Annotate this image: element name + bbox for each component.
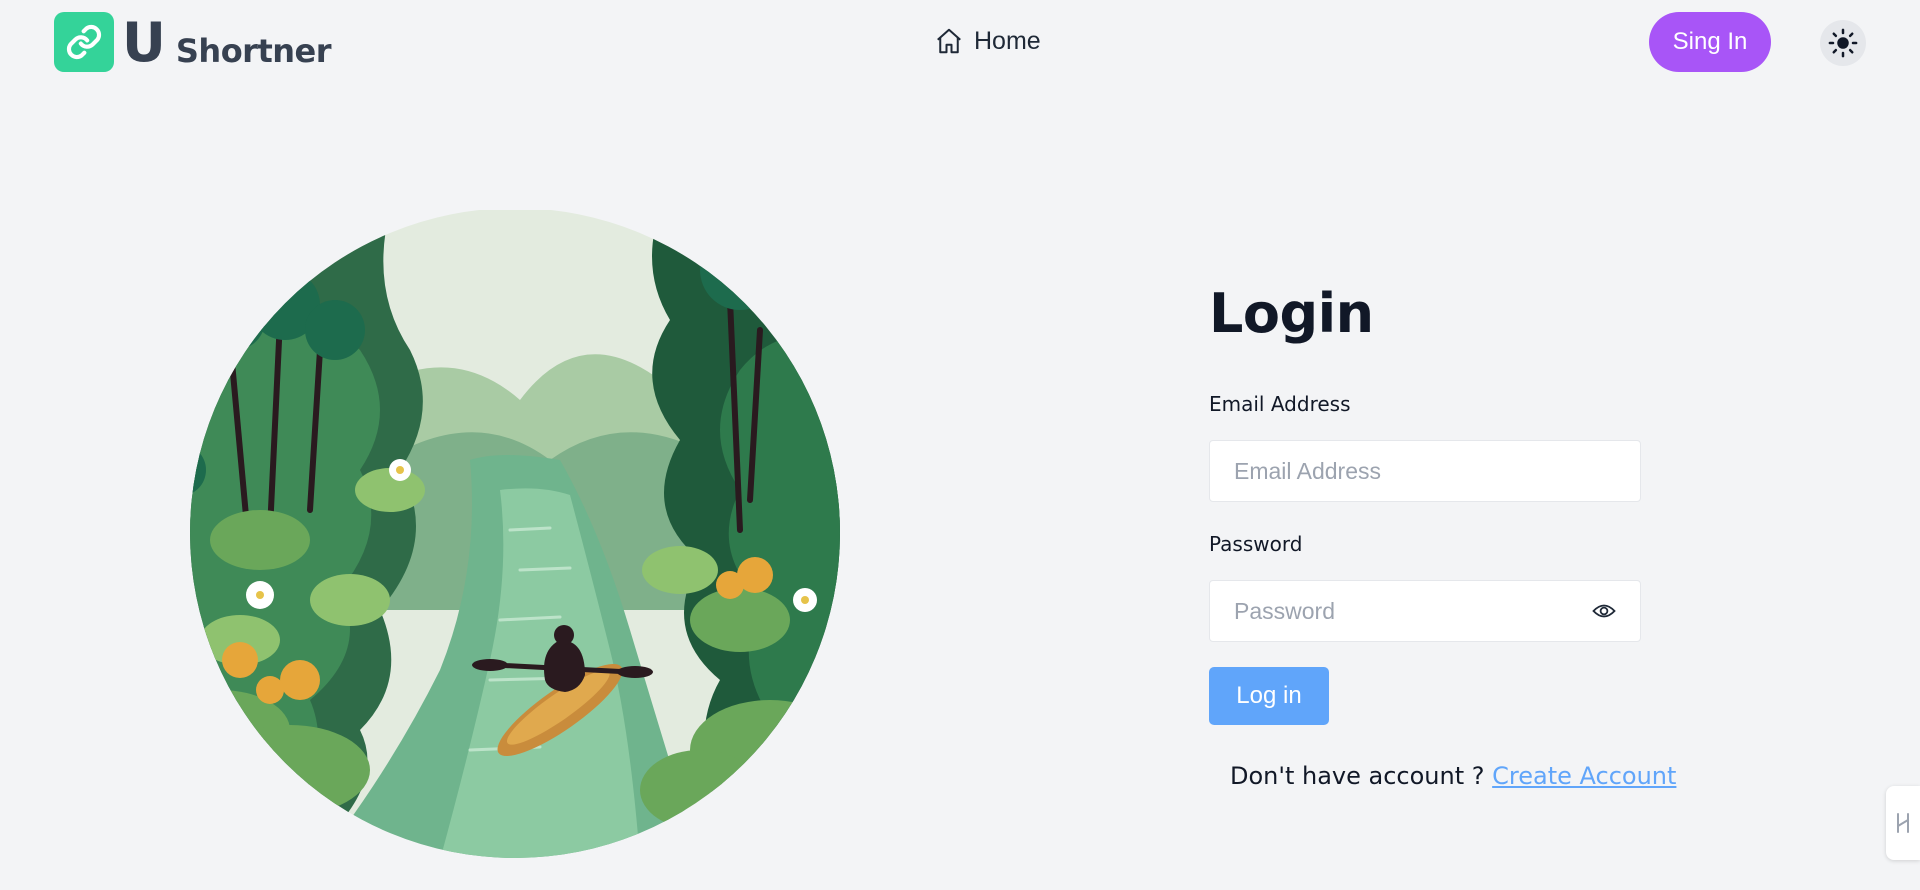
show-password-toggle[interactable] (1590, 598, 1618, 624)
eye-icon (1592, 604, 1616, 618)
email-label: Email Address (1209, 392, 1351, 416)
create-account-link[interactable]: Create Account (1492, 762, 1676, 790)
top-navbar: U Shortner Home Sing In (0, 0, 1920, 88)
nav-home-label: Home (974, 26, 1041, 55)
signup-prompt-text: Don't have account ? (1230, 762, 1493, 790)
river-kayak-illustration (140, 210, 850, 860)
sun-icon (1828, 28, 1858, 58)
link-icon (54, 12, 114, 72)
brand-name: Shortner (175, 32, 332, 70)
home-icon (937, 28, 961, 54)
handle-icon (1897, 813, 1909, 833)
nav-home-link[interactable]: Home (934, 26, 1041, 56)
side-widget-handle[interactable] (1886, 786, 1920, 860)
brand-logo[interactable]: U Shortner (54, 11, 332, 74)
signup-prompt: Don't have account ? Create Account (1230, 762, 1676, 790)
email-field[interactable] (1209, 440, 1641, 502)
password-field[interactable] (1209, 580, 1641, 642)
brand-letter: U (122, 11, 166, 74)
login-button[interactable]: Log in (1209, 667, 1329, 725)
theme-toggle-button[interactable] (1820, 20, 1866, 66)
sign-in-button[interactable]: Sing In (1649, 12, 1771, 72)
password-label: Password (1209, 532, 1303, 556)
login-title: Login (1209, 282, 1374, 345)
